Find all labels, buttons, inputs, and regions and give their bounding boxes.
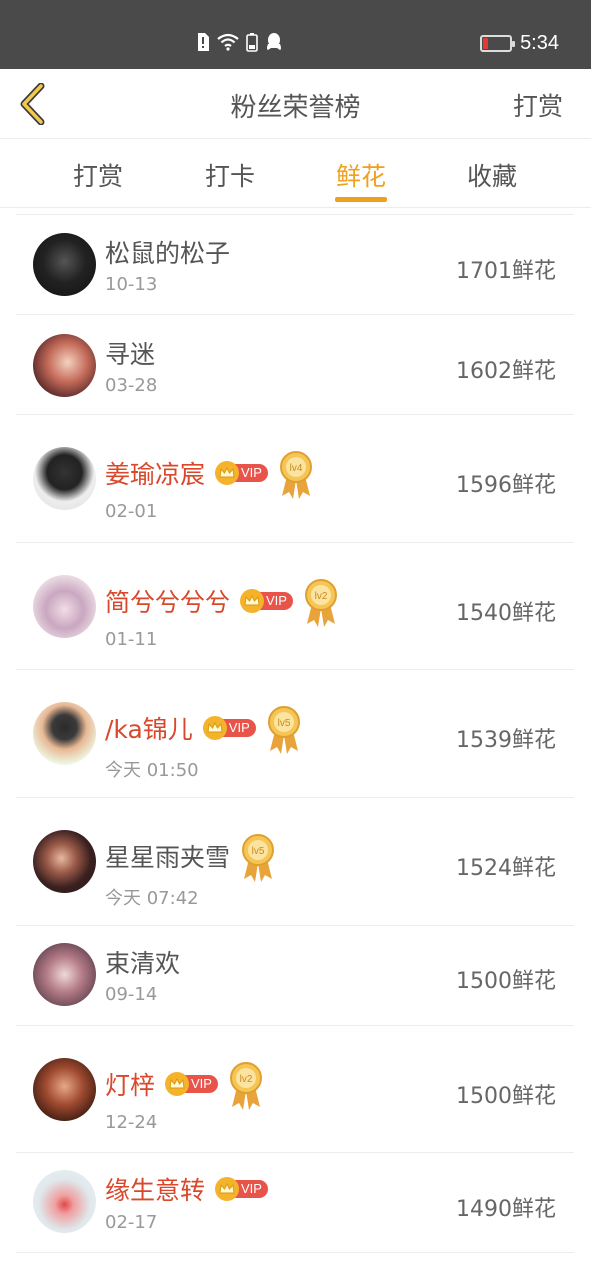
user-name-text: 姜瑜凉宸 [105, 460, 206, 489]
list-item[interactable]: 缘生意转 VIP 02-17 1490鲜花 [16, 1152, 574, 1253]
level-medal-icon: lv2 [303, 578, 339, 628]
user-name-text: 缘生意转 [105, 1176, 206, 1205]
avatar[interactable] [33, 334, 96, 397]
avatar[interactable] [33, 575, 96, 638]
user-name-text: 灯梓 [105, 1071, 156, 1100]
user-name[interactable]: 束清欢 [105, 944, 180, 980]
level-medal-icon: lv2 [228, 1061, 264, 1111]
wifi-icon [217, 33, 239, 51]
user-name-text: 简兮兮兮兮 [105, 588, 231, 617]
tab-reward[interactable]: 打赏 [48, 157, 148, 193]
vip-badge: VIP [215, 1177, 268, 1201]
phone-battery-icon [246, 33, 258, 52]
user-name[interactable]: 缘生意转 VIP [105, 1171, 268, 1207]
flower-count: 1540鲜花 [456, 601, 556, 626]
user-name[interactable]: 寻迷 [105, 335, 155, 371]
crown-icon [165, 1072, 190, 1096]
user-name[interactable]: 松鼠的松子 [105, 234, 230, 270]
avatar[interactable] [33, 702, 96, 765]
user-name[interactable]: /ka锦儿 VIP lv5 [105, 703, 302, 755]
crown-icon [202, 716, 227, 740]
active-tab-indicator [335, 197, 387, 202]
svg-text:lv2: lv2 [240, 1074, 253, 1085]
user-date: 10-13 [105, 274, 158, 295]
list-item[interactable]: 灯梓 VIP lv2 12-24 1500鲜花 [16, 1025, 574, 1152]
level-medal-icon: lv5 [266, 705, 302, 755]
crown-icon [215, 1177, 240, 1201]
user-name[interactable]: 星星雨夹雪 lv5 [105, 831, 276, 883]
vip-badge: VIP [202, 716, 256, 740]
avatar[interactable] [33, 1058, 96, 1121]
crown-icon [240, 589, 265, 613]
battery-icon [480, 35, 516, 52]
list-item[interactable]: 松鼠的松子 10-13 1701鲜花 [16, 214, 574, 314]
flower-count: 1602鲜花 [456, 359, 556, 384]
user-date: 01-11 [105, 629, 158, 650]
user-name[interactable]: 简兮兮兮兮 VIP lv2 [105, 576, 339, 628]
flower-count: 1500鲜花 [456, 1084, 556, 1109]
user-name[interactable]: 灯梓 VIP lv2 [105, 1059, 264, 1111]
user-name-text: 束清欢 [105, 949, 181, 978]
level-medal-icon: lv4 [278, 450, 314, 500]
vip-badge: VIP [215, 461, 268, 485]
svg-text:lv2: lv2 [315, 591, 328, 602]
avatar[interactable] [33, 447, 96, 510]
flower-count: 1539鲜花 [456, 728, 556, 753]
level-medal-icon: lv5 [240, 833, 276, 883]
list-item[interactable]: 简兮兮兮兮 VIP lv2 01-11 1540鲜花 [16, 542, 574, 669]
list-item[interactable]: 星星雨夹雪 lv5 今天 07:42 1524鲜花 [16, 797, 574, 925]
status-time: 5:34 [520, 32, 559, 54]
user-date: 12-24 [105, 1112, 158, 1133]
crown-icon [215, 461, 240, 485]
user-date: 今天 07:42 [105, 888, 199, 909]
user-name[interactable]: 姜瑜凉宸 VIP lv4 [105, 448, 314, 500]
status-right: 5:34 [480, 32, 559, 55]
list-item[interactable]: 姜瑜凉宸 VIP lv4 02-01 1596鲜花 [16, 414, 574, 542]
flower-count: 1490鲜花 [456, 1197, 556, 1222]
qq-icon [267, 33, 281, 50]
svg-text:lv5: lv5 [277, 718, 290, 729]
user-date: 09-14 [105, 984, 158, 1005]
flower-count: 1701鲜花 [456, 259, 556, 284]
status-icons [196, 32, 283, 52]
sim-alert-icon [198, 33, 209, 51]
list-item[interactable]: /ka锦儿 VIP lv5 今天 01:50 1539鲜花 [16, 669, 574, 797]
status-bar: 5:34 [0, 0, 591, 69]
avatar[interactable] [33, 1170, 96, 1233]
tab-checkin[interactable]: 打卡 [180, 157, 280, 193]
tab-flowers[interactable]: 鲜花 [311, 157, 411, 193]
svg-text:lv4: lv4 [290, 463, 303, 474]
flower-count: 1524鲜花 [456, 856, 556, 881]
tab-bar: 打赏 打卡 鲜花 收藏 [0, 139, 591, 208]
user-name-text: /ka锦儿 [105, 715, 193, 744]
user-date: 03-28 [105, 375, 158, 396]
fan-ranking-list: 松鼠的松子 10-13 1701鲜花 寻迷 03-28 1602鲜花 姜瑜凉宸 … [16, 214, 574, 1253]
list-item[interactable]: 寻迷 03-28 1602鲜花 [16, 314, 574, 414]
avatar[interactable] [33, 233, 96, 296]
user-name-text: 松鼠的松子 [105, 239, 231, 268]
tab-favorites[interactable]: 收藏 [442, 157, 542, 193]
top-header: 粉丝荣誉榜 打赏 [0, 69, 591, 139]
page-title: 粉丝荣誉榜 [230, 93, 361, 123]
vip-badge: VIP [165, 1072, 218, 1096]
flower-count: 1500鲜花 [456, 969, 556, 994]
avatar[interactable] [33, 830, 96, 893]
reward-action-button[interactable]: 打赏 [513, 87, 563, 123]
svg-text:lv5: lv5 [252, 846, 265, 857]
user-date: 02-17 [105, 1212, 158, 1233]
user-name-text: 寻迷 [105, 340, 156, 369]
list-item[interactable]: 束清欢 09-14 1500鲜花 [16, 925, 574, 1025]
user-date: 02-01 [105, 501, 158, 522]
avatar[interactable] [33, 943, 96, 1006]
vip-badge: VIP [240, 589, 293, 613]
user-date: 今天 01:50 [105, 760, 199, 781]
user-name-text: 星星雨夹雪 [105, 843, 231, 872]
flower-count: 1596鲜花 [456, 473, 556, 498]
